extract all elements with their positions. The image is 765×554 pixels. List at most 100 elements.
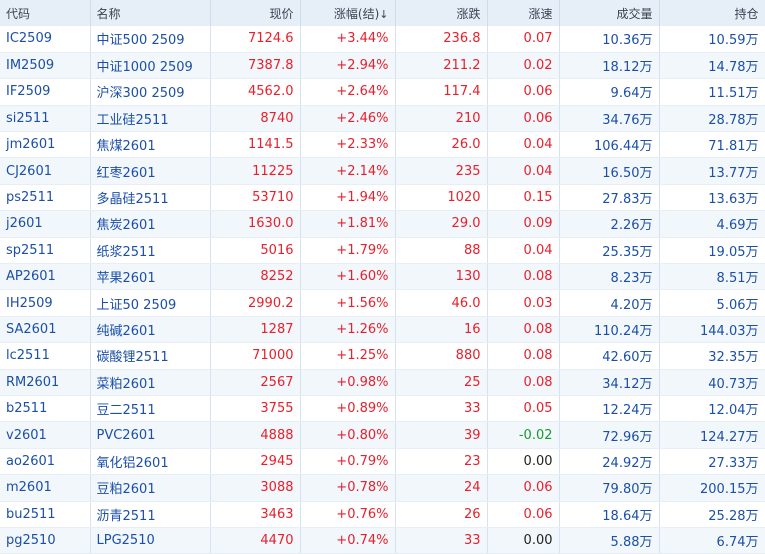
cell-speed: 0.05 <box>487 395 560 423</box>
header-price[interactable]: 现价 <box>210 0 301 26</box>
cell-name: 红枣2601 <box>90 157 211 185</box>
table-row[interactable]: lc2511 碳酸锂2511 71000 +1.25% 880 0.08 42.60万 32.… <box>0 342 765 370</box>
cell-pct: +0.74% <box>300 527 396 554</box>
table-row[interactable]: IH2509 上证50 2509 2990.2 +1.56% 46.0 0.03 4.20万… <box>0 289 765 317</box>
cell-vol: 25.35万 <box>559 237 660 265</box>
cell-vol: 12.24万 <box>559 395 660 423</box>
cell-pct: +2.64% <box>300 78 396 106</box>
cell-chg: 1020 <box>395 184 488 212</box>
header-vol[interactable]: 成交量 <box>559 0 660 26</box>
table-row[interactable]: ps2511 多晶硅2511 53710 +1.94% 1020 0.15 27.83万 13… <box>0 184 765 212</box>
cell-price: 53710 <box>210 184 301 212</box>
cell-price: 3463 <box>210 501 301 528</box>
cell-pct: +1.25% <box>300 342 396 370</box>
cell-code: ao2601 <box>0 448 91 476</box>
cell-price: 7124.6 <box>210 26 301 53</box>
cell-pct: +0.79% <box>300 448 396 476</box>
cell-code: IM2509 <box>0 52 91 80</box>
cell-name: 中证1000 2509 <box>90 52 211 80</box>
cell-code: bu2511 <box>0 501 91 528</box>
cell-name: 中证500 2509 <box>90 26 211 53</box>
table-row[interactable]: si2511 工业硅2511 8740 +2.46% 210 0.06 34.76万 28.7… <box>0 105 765 133</box>
cell-price: 2945 <box>210 448 301 476</box>
cell-chg: 39 <box>395 421 488 449</box>
cell-oi: 8.51万 <box>659 263 765 291</box>
cell-code: m2601 <box>0 474 91 502</box>
cell-oi: 28.78万 <box>659 105 765 133</box>
header-name[interactable]: 名称 <box>90 0 211 26</box>
cell-chg: 235 <box>395 157 488 185</box>
cell-code: si2511 <box>0 105 91 133</box>
cell-code: SA2601 <box>0 316 91 344</box>
cell-price: 4888 <box>210 421 301 449</box>
table-row[interactable]: b2511 豆二2511 3755 +0.89% 33 0.05 12.24万 12.04万 <box>0 395 765 423</box>
cell-code: lc2511 <box>0 342 91 370</box>
cell-speed: 0.04 <box>487 237 560 265</box>
header-speed[interactable]: 涨速 <box>487 0 560 26</box>
cell-chg: 25 <box>395 369 488 396</box>
cell-speed: 0.03 <box>487 289 560 317</box>
cell-code: jm2601 <box>0 131 91 159</box>
table-row[interactable]: bu2511 沥青2511 3463 +0.76% 26 0.06 18.64万 25.28万 <box>0 501 765 528</box>
table-row[interactable]: IF2509 沪深300 2509 4562.0 +2.64% 117.4 0.06 9.6… <box>0 78 765 106</box>
header-chg[interactable]: 涨跌 <box>395 0 488 26</box>
cell-code: sp2511 <box>0 237 91 265</box>
cell-oi: 5.06万 <box>659 289 765 317</box>
cell-chg: 880 <box>395 342 488 370</box>
header-code[interactable]: 代码 <box>0 0 91 26</box>
cell-oi: 13.63万 <box>659 184 765 212</box>
cell-speed: 0.08 <box>487 316 560 344</box>
cell-price: 4470 <box>210 527 301 554</box>
cell-oi: 200.15万 <box>659 474 765 502</box>
cell-speed: 0.06 <box>487 474 560 502</box>
cell-name: PVC2601 <box>90 421 211 449</box>
cell-name: 沪深300 2509 <box>90 78 211 106</box>
cell-pct: +2.46% <box>300 105 396 133</box>
header-oi[interactable]: 持仓 <box>659 0 765 26</box>
cell-name: 纸浆2511 <box>90 237 211 265</box>
cell-pct: +0.98% <box>300 369 396 396</box>
table-row[interactable]: m2601 豆粕2601 3088 +0.78% 24 0.06 79.80万 200.15万 <box>0 474 765 502</box>
cell-vol: 110.24万 <box>559 316 660 344</box>
cell-price: 11225 <box>210 157 301 185</box>
table-row[interactable]: SA2601 纯碱2601 1287 +1.26% 16 0.08 110.24万 144.0… <box>0 316 765 344</box>
table-row[interactable]: jm2601 焦煤2601 1141.5 +2.33% 26.0 0.04 106.44万 7… <box>0 131 765 159</box>
cell-vol: 79.80万 <box>559 474 660 502</box>
cell-chg: 33 <box>395 527 488 554</box>
cell-pct: +0.89% <box>300 395 396 423</box>
table-row[interactable]: CJ2601 红枣2601 11225 +2.14% 235 0.04 16.50万 13.7… <box>0 157 765 185</box>
cell-chg: 236.8 <box>395 26 488 53</box>
cell-vol: 5.88万 <box>559 527 660 554</box>
table-row[interactable]: ao2601 氧化铝2601 2945 +0.79% 23 0.00 24.92万 27.33… <box>0 448 765 476</box>
cell-code: pg2510 <box>0 527 91 554</box>
cell-vol: 24.92万 <box>559 448 660 476</box>
table-row[interactable]: v2601 PVC2601 4888 +0.80% 39 -0.02 72.96万 124.2… <box>0 421 765 449</box>
cell-speed: 0.04 <box>487 131 560 159</box>
cell-price: 1141.5 <box>210 131 301 159</box>
table-row[interactable]: AP2601 苹果2601 8252 +1.60% 130 0.08 8.23万 8.51万 <box>0 263 765 291</box>
cell-name: 多晶硅2511 <box>90 184 211 212</box>
cell-name: 沥青2511 <box>90 501 211 528</box>
table-row[interactable]: pg2510 LPG2510 4470 +0.74% 33 0.00 5.88万 6.74万 <box>0 527 765 554</box>
cell-speed: 0.06 <box>487 105 560 133</box>
table-row[interactable]: j2601 焦炭2601 1630.0 +1.81% 29.0 0.09 2.26万 4.69… <box>0 210 765 238</box>
cell-chg: 26.0 <box>395 131 488 159</box>
cell-price: 71000 <box>210 342 301 370</box>
table-row[interactable]: IC2509 中证500 2509 7124.6 +3.44% 236.8 0.07 10.… <box>0 26 765 53</box>
cell-price: 7387.8 <box>210 52 301 80</box>
cell-name: 豆粕2601 <box>90 474 211 502</box>
table-row[interactable]: sp2511 纸浆2511 5016 +1.79% 88 0.04 25.35万 19.05万 <box>0 237 765 265</box>
cell-speed: 0.04 <box>487 157 560 185</box>
cell-vol: 72.96万 <box>559 421 660 449</box>
cell-pct: +1.56% <box>300 289 396 317</box>
cell-name: 氧化铝2601 <box>90 448 211 476</box>
header-pct[interactable]: 涨幅(结)↓ <box>300 0 396 26</box>
cell-chg: 117.4 <box>395 78 488 106</box>
table-row[interactable]: RM2601 菜粕2601 2567 +0.98% 25 0.08 34.12万 40.73万 <box>0 369 765 396</box>
cell-code: CJ2601 <box>0 157 91 185</box>
cell-price: 2567 <box>210 369 301 396</box>
cell-speed: 0.00 <box>487 527 560 554</box>
table-row[interactable]: IM2509 中证1000 2509 7387.8 +2.94% 211.2 0.02 18… <box>0 52 765 80</box>
cell-code: RM2601 <box>0 369 91 396</box>
cell-vol: 18.64万 <box>559 501 660 528</box>
